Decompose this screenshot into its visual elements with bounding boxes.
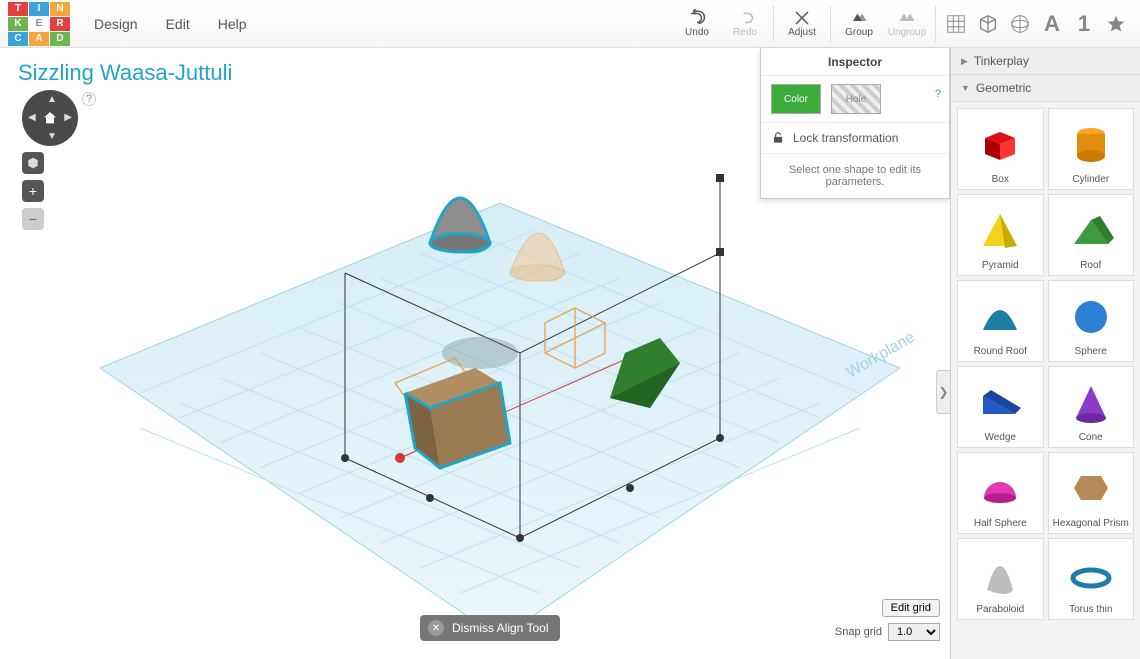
- orbit-help-icon[interactable]: ?: [82, 92, 96, 106]
- lock-icon: [771, 131, 785, 145]
- shape-library: ▶Tinkerplay ▼Geometric BoxCylinderPyrami…: [950, 48, 1140, 659]
- library-collapse-handle[interactable]: ❯: [936, 370, 950, 414]
- dismiss-align-tool[interactable]: ✕ Dismiss Align Tool: [420, 615, 560, 641]
- hole-swatch[interactable]: Hole: [831, 84, 881, 114]
- inspector-panel: Inspector Color Hole ? Lock transformati…: [760, 48, 950, 199]
- view-number-icon[interactable]: 1: [1070, 10, 1098, 38]
- library-section-geometric[interactable]: ▼Geometric: [951, 75, 1140, 102]
- snap-grid-control: Snap grid 0.10.250.51.02.05.0: [835, 623, 940, 641]
- library-item-cone[interactable]: Cone: [1048, 366, 1135, 448]
- inspector-title: Inspector: [761, 48, 949, 76]
- library-section-tinkerplay[interactable]: ▶Tinkerplay: [951, 48, 1140, 75]
- zoom-in-button[interactable]: +: [22, 180, 44, 202]
- library-item-round-roof[interactable]: Round Roof: [957, 280, 1044, 362]
- shape-paraboloid-gray[interactable]: [430, 198, 490, 252]
- close-icon[interactable]: ✕: [428, 620, 444, 636]
- redo-button[interactable]: Redo: [721, 2, 769, 46]
- library-item-torus-thin[interactable]: Torus thin: [1048, 538, 1135, 620]
- tinkercad-logo[interactable]: TINKERCAD: [8, 2, 70, 46]
- view-globe-icon[interactable]: [1006, 10, 1034, 38]
- top-toolbar: TINKERCAD Design Edit Help Undo Redo Adj…: [0, 0, 1140, 48]
- inspector-hint: Select one shape to edit its parameters.: [761, 154, 949, 198]
- library-item-wedge[interactable]: Wedge: [957, 366, 1044, 448]
- lock-transformation[interactable]: Lock transformation: [761, 123, 949, 154]
- library-item-pyramid[interactable]: Pyramid: [957, 194, 1044, 276]
- library-item-hexagonal-prism[interactable]: Hexagonal Prism: [1048, 452, 1135, 534]
- view-cube-icon[interactable]: [974, 10, 1002, 38]
- fit-view-button[interactable]: [22, 152, 44, 174]
- view-text-icon[interactable]: A: [1038, 10, 1066, 38]
- undo-button[interactable]: Undo: [673, 2, 721, 46]
- group-button[interactable]: Group: [835, 2, 883, 46]
- library-item-half-sphere[interactable]: Half Sphere: [957, 452, 1044, 534]
- color-swatch[interactable]: Color: [771, 84, 821, 114]
- home-icon[interactable]: [42, 110, 58, 126]
- library-item-roof[interactable]: Roof: [1048, 194, 1135, 276]
- adjust-button[interactable]: Adjust: [778, 2, 826, 46]
- project-title[interactable]: Sizzling Waasa-Juttuli: [18, 60, 232, 86]
- zoom-out-button[interactable]: −: [22, 208, 44, 230]
- menu-help[interactable]: Help: [204, 8, 261, 40]
- ungroup-button[interactable]: Ungroup: [883, 2, 931, 46]
- library-item-box[interactable]: Box: [957, 108, 1044, 190]
- view-grid-icon[interactable]: [942, 10, 970, 38]
- inspector-help-icon[interactable]: ?: [935, 88, 941, 100]
- library-item-cylinder[interactable]: Cylinder: [1048, 108, 1135, 190]
- orbit-wheel[interactable]: ▲▼◀▶: [22, 90, 78, 146]
- menu-edit[interactable]: Edit: [152, 8, 204, 40]
- view-star-icon[interactable]: [1102, 10, 1130, 38]
- library-item-paraboloid[interactable]: Paraboloid: [957, 538, 1044, 620]
- edit-grid-button[interactable]: Edit grid: [882, 599, 940, 617]
- library-item-sphere[interactable]: Sphere: [1048, 280, 1135, 362]
- snap-grid-select[interactable]: 0.10.250.51.02.05.0: [888, 623, 940, 641]
- menu-design[interactable]: Design: [80, 8, 152, 40]
